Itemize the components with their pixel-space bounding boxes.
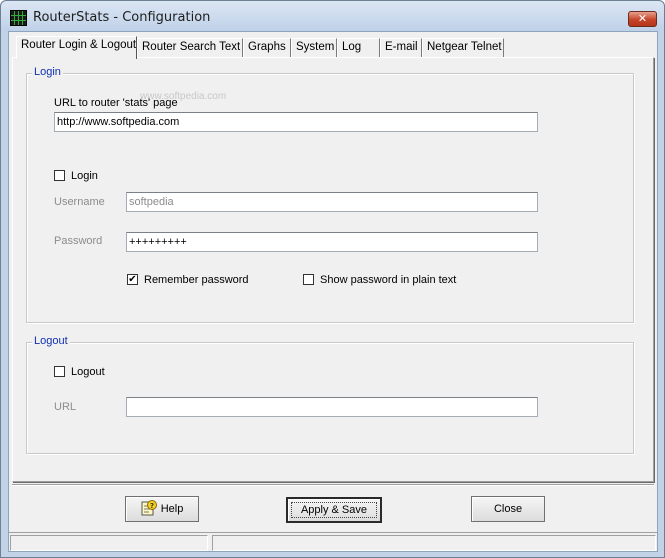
window-close-button[interactable]: ✕	[628, 11, 657, 27]
help-button-label: Help	[160, 503, 184, 515]
username-input[interactable]: softpedia	[126, 192, 538, 212]
focus-ring	[291, 502, 377, 518]
logout-url-label: URL	[54, 401, 77, 413]
login-checkbox[interactable]	[54, 170, 65, 181]
tab-email[interactable]: E-mail	[380, 38, 422, 57]
show-plain-password-label[interactable]: Show password in plain text	[320, 274, 456, 286]
login-group-legend: Login	[32, 66, 63, 78]
status-panel-left	[10, 535, 208, 551]
status-bar	[9, 532, 657, 551]
logout-group-legend: Logout	[32, 335, 70, 347]
router-url-input[interactable]: http://www.softpedia.com	[54, 112, 538, 132]
url-label: URL to router 'stats' page	[54, 97, 178, 109]
apply-save-button[interactable]: Apply & Save	[286, 497, 382, 523]
password-input[interactable]: +++++++++	[126, 232, 538, 252]
routerstats-app-icon	[10, 10, 27, 26]
tab-log[interactable]: Log	[337, 38, 380, 57]
tab-router-login-logout[interactable]: Router Login & Logout	[16, 36, 137, 59]
help-icon: ?	[141, 500, 157, 516]
status-panel-right	[212, 535, 656, 551]
window-title: RouterStats - Configuration	[33, 10, 211, 25]
password-label: Password	[54, 235, 103, 247]
login-group: Login URL to router 'stats' page http://…	[26, 66, 634, 323]
button-separator	[12, 484, 654, 486]
logout-group: Logout Logout URL	[26, 335, 634, 454]
tab-router-search-text[interactable]: Router Search Text	[137, 38, 243, 57]
svg-text:?: ?	[150, 502, 154, 510]
show-plain-password-checkbox[interactable]	[303, 274, 314, 285]
logout-url-input[interactable]	[126, 397, 538, 417]
logout-checkbox-label[interactable]: Logout	[71, 366, 105, 378]
login-checkbox-label[interactable]: Login	[71, 170, 98, 182]
logout-checkbox[interactable]	[54, 366, 65, 377]
tab-system[interactable]: System	[291, 38, 337, 57]
tab-panel-router-login-logout: www.softpedia.com Login URL to router 's…	[12, 57, 654, 482]
tab-netgear-telnet[interactable]: Netgear Telnet	[422, 38, 504, 57]
remember-password-label[interactable]: Remember password	[144, 274, 249, 286]
remember-password-checkbox[interactable]: ✔	[127, 274, 138, 285]
username-label: Username	[54, 196, 105, 208]
title-bar[interactable]: RouterStats - Configuration ✕	[1, 1, 664, 31]
close-button[interactable]: Close	[471, 496, 545, 522]
dialog-client-area: Router Login & Logout Router Search Text…	[8, 31, 658, 552]
help-button[interactable]: ? Help	[125, 496, 199, 522]
tab-graphs[interactable]: Graphs	[243, 38, 291, 57]
configuration-window: RouterStats - Configuration ✕ Router Log…	[0, 0, 665, 558]
